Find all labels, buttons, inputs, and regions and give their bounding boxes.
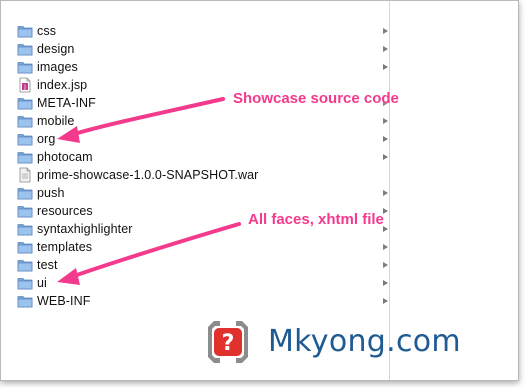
file-row-templates[interactable]: templates [1, 238, 389, 256]
folder-icon [17, 185, 33, 201]
file-label: images [37, 60, 78, 74]
chevron-right-icon [383, 190, 388, 196]
chevron-right-icon [383, 154, 388, 160]
folder-icon [17, 275, 33, 291]
file-label: push [37, 186, 65, 200]
file-row-design[interactable]: design [1, 40, 389, 58]
chevron-right-icon [383, 262, 388, 268]
file-list: css design images J index.jsp META-INF m… [1, 22, 389, 310]
chevron-right-icon [383, 28, 388, 34]
file-row-photocam[interactable]: photocam [1, 148, 389, 166]
file-label: templates [37, 240, 93, 254]
svg-text:J: J [23, 84, 26, 91]
file-row-push[interactable]: push [1, 184, 389, 202]
chevron-right-icon [383, 298, 388, 304]
folder-icon [17, 23, 33, 39]
file-label: css [37, 24, 57, 38]
file-label: test [37, 258, 58, 272]
file-row-images[interactable]: images [1, 58, 389, 76]
folder-icon [17, 203, 33, 219]
file-label: WEB-INF [37, 294, 91, 308]
annotation-showcase-source-code: Showcase source code [233, 90, 399, 107]
chevron-right-icon [383, 118, 388, 124]
folder-icon [17, 59, 33, 75]
folder-icon [17, 257, 33, 273]
folder-icon [17, 41, 33, 57]
file-row-web-inf[interactable]: WEB-INF [1, 292, 389, 310]
file-row-mobile[interactable]: mobile [1, 112, 389, 130]
annotation-all-faces: All faces, xhtml file [248, 211, 384, 228]
file-row-css[interactable]: css [1, 22, 389, 40]
file-row-ui[interactable]: ui [1, 274, 389, 292]
file-label: mobile [37, 114, 75, 128]
file-label: ui [37, 276, 47, 290]
finder-window: css design images J index.jsp META-INF m… [0, 0, 519, 381]
chevron-right-icon [383, 244, 388, 250]
question-mark-icon: ? [208, 321, 248, 363]
chevron-right-icon [383, 64, 388, 70]
svg-text:?: ? [222, 331, 235, 356]
folder-icon [17, 131, 33, 147]
folder-icon [17, 113, 33, 129]
file-label: photocam [37, 150, 93, 164]
folder-icon [17, 95, 33, 111]
chevron-right-icon [383, 46, 388, 52]
folder-icon [17, 149, 33, 165]
file-row-test[interactable]: test [1, 256, 389, 274]
chevron-right-icon [383, 280, 388, 286]
chevron-right-icon [383, 136, 388, 142]
file-label: syntaxhighlighter [37, 222, 133, 236]
file-row-org[interactable]: org [1, 130, 389, 148]
brand-watermark: ? Mkyong.com [200, 319, 510, 365]
folder-icon [17, 239, 33, 255]
folder-icon [17, 293, 33, 309]
file-row-war[interactable]: prime-showcase-1.0.0-SNAPSHOT.war [1, 166, 389, 184]
file-label: index.jsp [37, 78, 88, 92]
file-label: prime-showcase-1.0.0-SNAPSHOT.war [37, 168, 259, 182]
file-label: org [37, 132, 56, 146]
folder-icon [17, 221, 33, 237]
brand-name: Mkyong.com [268, 324, 461, 359]
file-label: resources [37, 204, 93, 218]
file-label: design [37, 42, 75, 56]
jsp-file-icon: J [17, 77, 33, 93]
war-file-icon [17, 167, 33, 183]
file-label: META-INF [37, 96, 96, 110]
